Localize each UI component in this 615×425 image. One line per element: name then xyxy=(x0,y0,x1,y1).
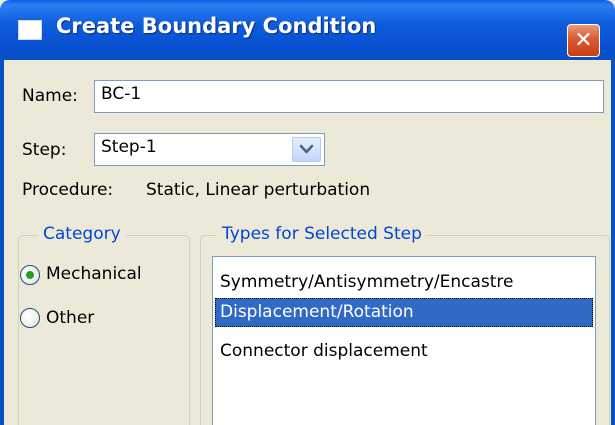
close-icon: ✕ xyxy=(574,28,593,53)
procedure-label: Procedure: xyxy=(22,180,114,200)
list-item-connector-displacement[interactable]: Connector displacement xyxy=(215,337,593,366)
name-field[interactable]: BC-1 xyxy=(94,80,604,113)
radio-label-mechanical[interactable]: Mechanical xyxy=(46,264,142,284)
title-bar[interactable]: Create Boundary Condition ✕ xyxy=(0,0,615,60)
window-icon xyxy=(18,20,42,40)
radio-mechanical[interactable] xyxy=(20,265,40,285)
step-select[interactable]: Step-1 xyxy=(94,133,325,166)
types-legend: Types for Selected Step xyxy=(217,224,427,244)
radio-other[interactable] xyxy=(20,308,40,328)
list-item-displacement-rotation[interactable]: Displacement/Rotation xyxy=(215,298,593,327)
close-button[interactable]: ✕ xyxy=(567,24,600,57)
step-dropdown-button[interactable] xyxy=(292,137,321,162)
name-field-value: BC-1 xyxy=(101,84,142,104)
window-border-left xyxy=(0,60,4,425)
name-label: Name: xyxy=(22,86,78,106)
category-legend: Category xyxy=(38,224,126,244)
types-list[interactable]: Symmetry/Antisymmetry/Encastre Displacem… xyxy=(212,256,596,425)
step-label: Step: xyxy=(22,140,67,160)
window-border-right xyxy=(611,60,615,425)
procedure-value: Static, Linear perturbation xyxy=(146,180,371,200)
list-item-symmetry[interactable]: Symmetry/Antisymmetry/Encastre xyxy=(215,268,593,297)
radio-label-other[interactable]: Other xyxy=(46,308,94,328)
step-select-value: Step-1 xyxy=(101,137,157,157)
radio-selected-dot xyxy=(26,271,34,279)
dialog-title: Create Boundary Condition xyxy=(56,14,377,38)
chevron-down-icon xyxy=(299,144,314,154)
